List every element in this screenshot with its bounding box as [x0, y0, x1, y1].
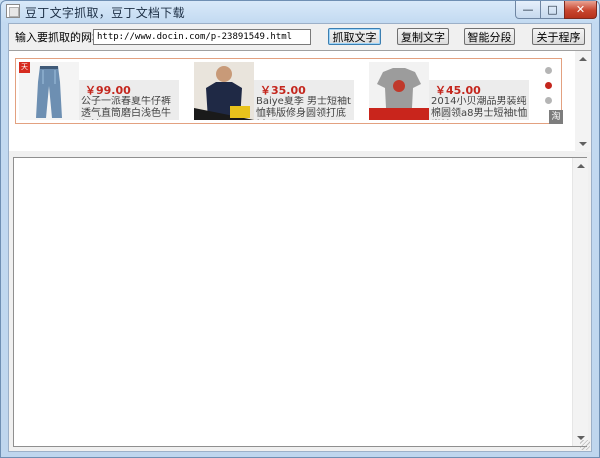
app-icon [6, 4, 20, 18]
ad-banner: 天 ￥99.00 公子一派春夏牛仔裤 透气直筒磨白浅色牛仔裤 [15, 58, 563, 124]
tshirt-navy-thumbnail[interactable] [194, 62, 254, 120]
about-button[interactable]: 关于程序 [532, 28, 585, 45]
scroll-down-icon[interactable] [579, 142, 587, 146]
ad-item-tshirt-navy[interactable]: ￥35.00 Baiye夏季 男士短袖t恤韩版修身圆领打底衫 男 [194, 62, 359, 120]
store-badge: 天 [19, 62, 30, 73]
client-area: 输入要抓取的网址 http://www.docin.com/p-23891549… [8, 23, 592, 452]
window-title: 豆丁文字抓取，豆丁文档下载 [25, 6, 185, 20]
ad-description: Baiye夏季 男士短袖t恤韩版修身圆领打底衫 男 [256, 96, 351, 119]
copy-text-button[interactable]: 复制文字 [397, 28, 449, 45]
maximize-button[interactable]: □ [540, 1, 565, 19]
carousel-dot-2[interactable] [545, 82, 552, 89]
url-input[interactable]: http://www.docin.com/p-23891549.html [93, 29, 311, 45]
ad-item-tshirt-grey[interactable]: ￥45.00 2014小贝潮品男装纯棉圆领a8男士短袖t恤半袖T [369, 62, 534, 120]
tshirt-grey-thumbnail[interactable] [369, 62, 429, 120]
ad-description: 公子一派春夏牛仔裤 透气直筒磨白浅色牛仔裤 [81, 96, 171, 119]
scroll-up-icon[interactable] [579, 57, 587, 61]
ad-pane-scrollbar[interactable] [575, 51, 591, 152]
url-label: 输入要抓取的网址 [15, 31, 103, 44]
carousel-dot-3[interactable] [545, 97, 552, 104]
title-bar[interactable]: 豆丁文字抓取，豆丁文档下载 — □ ✕ [1, 1, 599, 23]
ad-description: 2014小贝潮品男装纯棉圆领a8男士短袖t恤半袖T [431, 96, 528, 119]
smart-split-button[interactable]: 智能分段 [464, 28, 515, 45]
jeans-thumbnail[interactable]: 天 [19, 62, 79, 120]
carousel-dot-1[interactable] [545, 67, 552, 74]
ad-item-jeans[interactable]: 天 ￥99.00 公子一派春夏牛仔裤 透气直筒磨白浅色牛仔裤 [19, 62, 184, 120]
minimize-button[interactable]: — [515, 1, 541, 19]
resize-grip-icon[interactable] [580, 440, 590, 450]
taobao-icon[interactable]: 淘 [549, 110, 563, 124]
close-button[interactable]: ✕ [564, 1, 597, 19]
main-window: 豆丁文字抓取，豆丁文档下载 — □ ✕ 输入要抓取的网址 http://www.… [0, 0, 600, 458]
output-text-area[interactable] [13, 157, 587, 447]
fetch-text-button[interactable]: 抓取文字 [328, 28, 381, 45]
ad-pane: 天 ￥99.00 公子一派春夏牛仔裤 透气直筒磨白浅色牛仔裤 [9, 50, 591, 152]
